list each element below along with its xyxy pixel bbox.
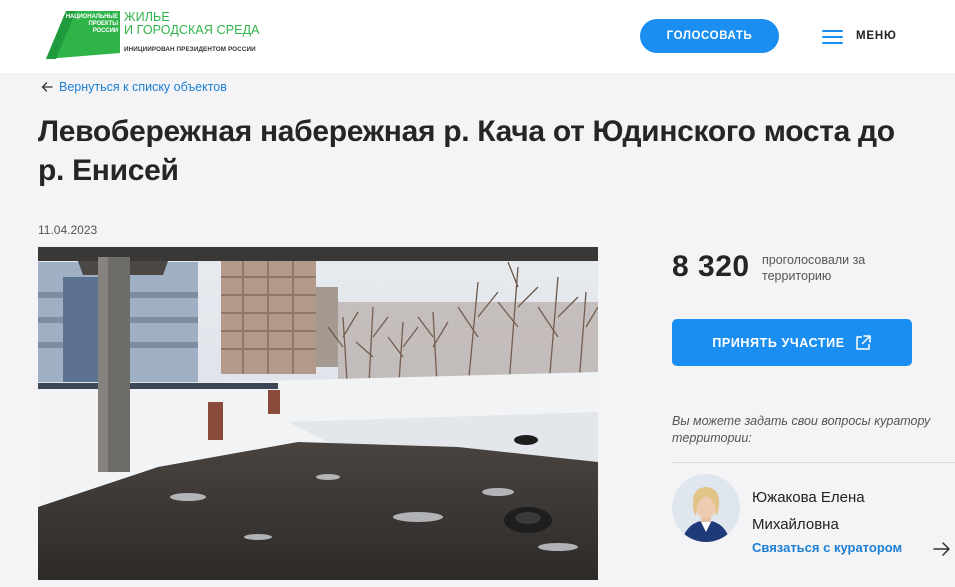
menu-button[interactable]: МЕНЮ	[822, 26, 897, 46]
participate-button[interactable]: ПРИНЯТЬ УЧАСТИЕ	[672, 319, 912, 366]
territory-photo[interactable]	[38, 247, 598, 580]
logo[interactable]: НАЦИОНАЛЬНЫЕ ПРОЕКТЫ РОССИИ ЖИЛЬЕ И ГОРО…	[46, 11, 276, 61]
logo-title: ЖИЛЬЕ И ГОРОДСКАЯ СРЕДА	[124, 11, 274, 37]
logo-subtitle: ИНИЦИИРОВАН ПРЕЗИДЕНТОМ РОССИИ	[124, 46, 256, 53]
arrow-right-icon[interactable]	[932, 541, 952, 557]
back-to-list-link[interactable]: Вернуться к списку объектов	[40, 80, 227, 94]
back-link-label: Вернуться к списку объектов	[59, 80, 227, 94]
contact-curator-link[interactable]: Связаться с куратором	[752, 540, 902, 555]
curator-name: Южакова Елена Михайловна	[752, 489, 865, 533]
contact-curator-label: Связаться с куратором	[752, 540, 903, 555]
external-link-icon	[855, 334, 871, 350]
vote-button[interactable]: ГОЛОСОВАТЬ	[640, 19, 779, 53]
divider	[672, 462, 955, 463]
territory-photo-image	[38, 247, 598, 580]
curator-avatar	[672, 474, 740, 542]
back-arrow-icon	[41, 82, 53, 92]
logo-national-projects: НАЦИОНАЛЬНЫЕ ПРОЕКТЫ РОССИИ	[65, 14, 118, 34]
hamburger-menu-icon	[822, 29, 843, 44]
page-title: Левобережная набережная р. Кача от Юдинс…	[38, 115, 895, 187]
curator-avatar-image	[672, 474, 740, 542]
participate-label: ПРИНЯТЬ УЧАСТИЕ	[712, 335, 845, 350]
votes-label: проголосовали за территорию	[762, 253, 866, 283]
menu-label: МЕНЮ	[856, 30, 897, 42]
publish-date: 11.04.2023	[38, 223, 98, 237]
votes-count: 8 320	[672, 250, 750, 283]
logo-title-line2: И ГОРОДСКАЯ СРЕДА	[124, 23, 260, 37]
curator-question-text: Вы можете задать свои вопросы куратору т…	[672, 414, 931, 445]
site-header: НАЦИОНАЛЬНЫЕ ПРОЕКТЫ РОССИИ ЖИЛЬЕ И ГОРО…	[0, 0, 955, 73]
